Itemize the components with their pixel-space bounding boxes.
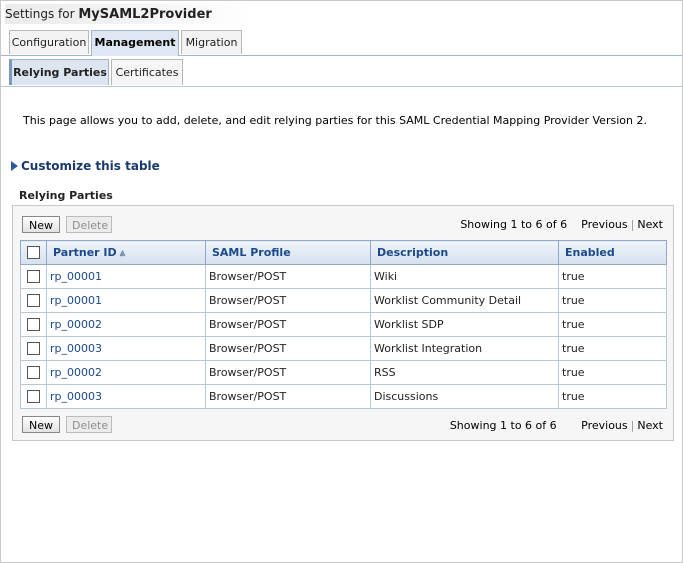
relying-parties-table: Partner ID ⩓ SAML Profile Description Ena… (20, 240, 667, 409)
saml-profile-cell: Browser/POST (205, 336, 371, 361)
tab-migration[interactable]: Migration (181, 30, 242, 54)
page-description: This page allows you to add, delete, and… (23, 114, 647, 127)
column-label-partner-id: Partner ID (53, 246, 117, 259)
row-select-cell (20, 312, 47, 337)
pager-previous[interactable]: Previous (581, 218, 628, 231)
saml-profile-cell: Browser/POST (205, 312, 371, 337)
row-select-cell (20, 288, 47, 313)
section-title: Relying Parties (19, 189, 113, 202)
table-row: rp_00002 Browser/POST Worklist SDP true (20, 312, 667, 337)
select-all-header (20, 240, 47, 265)
relying-parties-table-panel: New Delete Showing 1 to 6 of 6 Previous |… (12, 205, 674, 441)
table-row: rp_00002 Browser/POST RSS true (20, 360, 667, 385)
enabled-cell: true (558, 288, 667, 313)
partner-id-link[interactable]: rp_00003 (50, 390, 102, 403)
new-button-bottom[interactable]: New (22, 416, 60, 433)
page-title: Settings for MySAML2Provider (5, 4, 252, 24)
column-header-enabled[interactable]: Enabled (558, 240, 667, 265)
tab-configuration[interactable]: Configuration (9, 30, 89, 54)
enabled-cell: true (558, 384, 667, 409)
page-title-prefix: Settings for (5, 7, 79, 21)
row-checkbox[interactable] (27, 294, 40, 308)
row-checkbox[interactable] (27, 318, 40, 332)
enabled-cell: true (558, 360, 667, 385)
partner-id-cell: rp_00001 (46, 264, 206, 289)
table-row: rp_00001 Browser/POST Wiki true (20, 264, 667, 289)
pager-next[interactable]: Next (637, 218, 663, 231)
description-cell: RSS (370, 360, 559, 385)
row-select-cell (20, 384, 47, 409)
partner-id-link[interactable]: rp_00001 (50, 294, 102, 307)
column-header-saml-profile[interactable]: SAML Profile (205, 240, 371, 265)
pager-status: Showing 1 to 6 of 6 (449, 419, 557, 432)
page-title-name: MySAML2Provider (78, 7, 212, 22)
partner-id-link[interactable]: rp_00003 (50, 342, 102, 355)
column-header-description[interactable]: Description (370, 240, 559, 265)
description-cell: Worklist SDP (370, 312, 559, 337)
pager-status: Showing 1 to 6 of 6 (460, 218, 568, 231)
description-cell: Worklist Integration (370, 336, 559, 361)
table-row: rp_00001 Browser/POST Worklist Community… (20, 288, 667, 313)
saml-profile-cell: Browser/POST (205, 384, 371, 409)
row-checkbox[interactable] (27, 270, 40, 284)
row-checkbox[interactable] (27, 390, 40, 404)
partner-id-link[interactable]: rp_00002 (50, 318, 102, 331)
pager-top: Showing 1 to 6 of 6 Previous | Next (460, 218, 663, 231)
tab-management[interactable]: Management (91, 30, 179, 56)
table-row: rp_00003 Browser/POST Discussions true (20, 384, 667, 409)
partner-id-cell: rp_00002 (46, 360, 206, 385)
row-checkbox[interactable] (27, 366, 40, 380)
settings-window: Settings for MySAML2Provider Configurati… (0, 0, 683, 563)
tab-certificates[interactable]: Certificates (111, 59, 183, 85)
enabled-cell: true (558, 336, 667, 361)
partner-id-cell: rp_00002 (46, 312, 206, 337)
row-select-cell (20, 360, 47, 385)
table-row: rp_00003 Browser/POST Worklist Integrati… (20, 336, 667, 361)
description-cell: Wiki (370, 264, 559, 289)
partner-id-link[interactable]: rp_00002 (50, 366, 102, 379)
sort-ascending-icon[interactable]: ⩓ (120, 248, 126, 259)
new-button-top[interactable]: New (22, 216, 60, 233)
primary-tab-bar: Configuration Management Migration (1, 29, 682, 56)
partner-id-cell: rp_00001 (46, 288, 206, 313)
delete-button-bottom[interactable]: Delete (66, 416, 112, 433)
row-select-cell (20, 336, 47, 361)
pager-next[interactable]: Next (637, 419, 663, 432)
delete-button-top[interactable]: Delete (66, 216, 112, 233)
row-checkbox[interactable] (27, 342, 40, 356)
secondary-tab-bar: Relying Parties Certificates (1, 56, 682, 87)
customize-table-toggle[interactable]: Customize this table (11, 159, 160, 173)
pager-previous[interactable]: Previous (581, 419, 628, 432)
description-cell: Worklist Community Detail (370, 288, 559, 313)
saml-profile-cell: Browser/POST (205, 264, 371, 289)
partner-id-link[interactable]: rp_00001 (50, 270, 102, 283)
expand-arrow-icon (11, 161, 18, 171)
table-header-row: Partner ID ⩓ SAML Profile Description Ena… (20, 240, 667, 265)
description-cell: Discussions (370, 384, 559, 409)
customize-table-label: Customize this table (21, 159, 160, 173)
row-select-cell (20, 264, 47, 289)
saml-profile-cell: Browser/POST (205, 360, 371, 385)
enabled-cell: true (558, 312, 667, 337)
enabled-cell: true (558, 264, 667, 289)
pager-bottom: Showing 1 to 6 of 6 Previous | Next (449, 419, 663, 432)
tab-relying-parties[interactable]: Relying Parties (9, 59, 109, 85)
partner-id-cell: rp_00003 (46, 336, 206, 361)
column-header-partner-id[interactable]: Partner ID ⩓ (46, 240, 206, 265)
saml-profile-cell: Browser/POST (205, 288, 371, 313)
select-all-checkbox[interactable] (27, 246, 40, 260)
partner-id-cell: rp_00003 (46, 384, 206, 409)
